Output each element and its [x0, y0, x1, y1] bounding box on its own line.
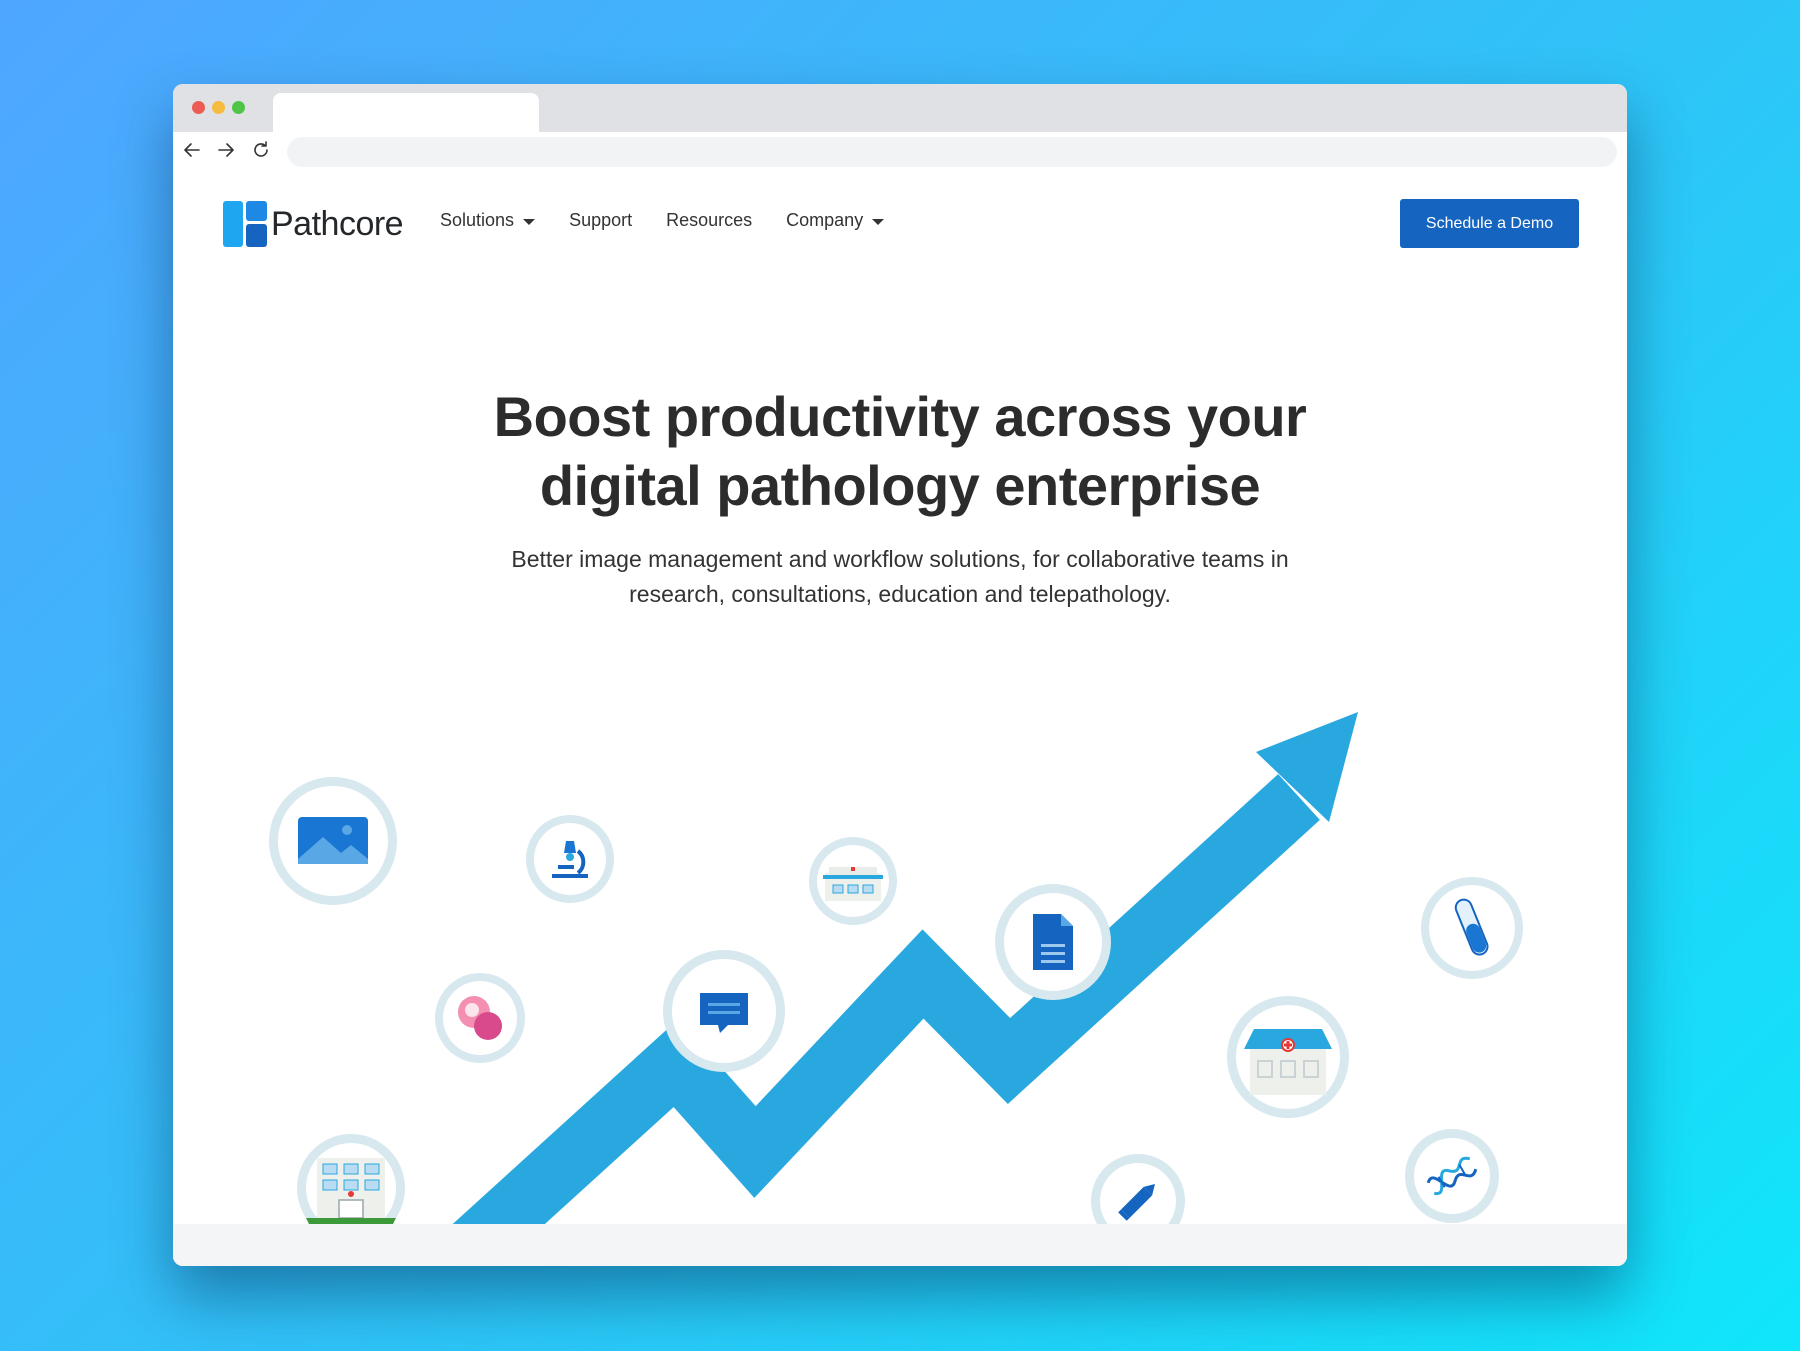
image-icon: [269, 777, 397, 905]
hero-illustration: [269, 712, 1523, 1224]
chat-icon: [663, 950, 785, 1072]
next-section-band: [173, 1224, 1627, 1266]
browser-tab-bar: [173, 84, 1627, 132]
document-icon: [995, 884, 1111, 1000]
minimize-window-button[interactable]: [212, 101, 225, 114]
webpage: Pathcore Solutions Support Resources Com…: [173, 172, 1627, 1266]
reload-icon[interactable]: [249, 138, 273, 162]
growth-arrow: [452, 712, 1358, 1224]
address-bar[interactable]: [287, 137, 1617, 167]
test-tube-icon: [1421, 877, 1523, 979]
hospital-icon: [809, 837, 897, 925]
cell-icon: [435, 973, 525, 1063]
microscope-icon: [526, 815, 614, 903]
close-window-button[interactable]: [192, 101, 205, 114]
browser-toolbar: [173, 132, 1627, 172]
clinic-icon: [1227, 996, 1349, 1118]
browser-window: Pathcore Solutions Support Resources Com…: [173, 84, 1627, 1266]
lab-building-icon: [297, 1134, 405, 1224]
maximize-window-button[interactable]: [232, 101, 245, 114]
back-arrow-icon[interactable]: [180, 138, 204, 162]
pencil-icon: [1091, 1154, 1185, 1224]
browser-tab[interactable]: [273, 93, 539, 132]
dna-icon: [1405, 1129, 1499, 1223]
forward-arrow-icon[interactable]: [214, 138, 238, 162]
